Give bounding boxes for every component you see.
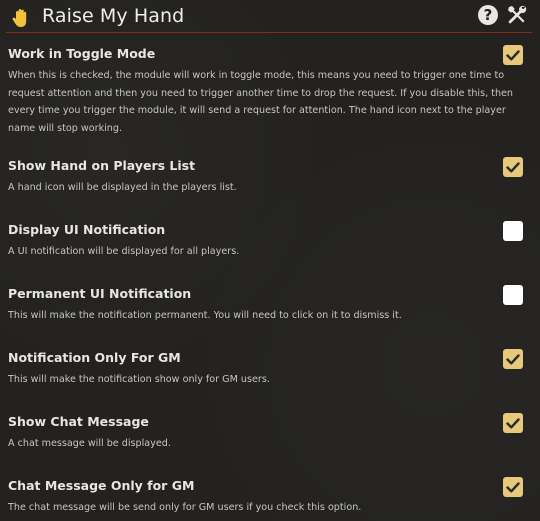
setting-checkbox[interactable]: [503, 413, 523, 433]
checkmark-icon: [506, 354, 520, 365]
header-divider: [6, 32, 532, 33]
checkmark-icon: [506, 418, 520, 429]
setting-hint: A chat message will be displayed.: [8, 438, 171, 449]
tools-icon[interactable]: [505, 3, 529, 27]
setting-checkbox[interactable]: [503, 45, 523, 65]
setting-checkbox[interactable]: [503, 349, 523, 369]
setting-label: Chat Message Only for GM: [8, 478, 195, 493]
setting-checkbox[interactable]: [503, 157, 523, 177]
checkmark-icon: [506, 482, 520, 493]
setting-checkbox[interactable]: [503, 221, 523, 241]
hand-icon: [12, 9, 27, 27]
setting-label: Show Hand on Players List: [8, 158, 196, 173]
setting-hint: When this is checked, the module will wo…: [8, 70, 514, 134]
module-title: Raise My Hand: [42, 5, 185, 27]
setting-label: Display UI Notification: [8, 222, 166, 237]
checkmark-icon: [506, 162, 520, 173]
setting-hint: This will make the notification permanen…: [8, 310, 402, 321]
setting-label: Notification Only For GM: [8, 350, 181, 365]
setting-hint: This will make the notification show onl…: [8, 374, 270, 385]
setting-label: Work in Toggle Mode: [8, 46, 156, 61]
setting-checkbox[interactable]: [503, 477, 523, 497]
setting-hint: The chat message will be send only for G…: [8, 502, 362, 513]
setting-hint: A hand icon will be displayed in the pla…: [8, 182, 237, 193]
setting-hint: A UI notification will be displayed for …: [8, 246, 240, 257]
checkmark-icon: [506, 50, 520, 61]
module-header: Raise My Hand ?: [0, 0, 540, 34]
help-icon[interactable]: ?: [478, 5, 498, 25]
setting-label: Show Chat Message: [8, 414, 149, 429]
setting-label: Permanent UI Notification: [8, 286, 192, 301]
setting-checkbox[interactable]: [503, 285, 523, 305]
